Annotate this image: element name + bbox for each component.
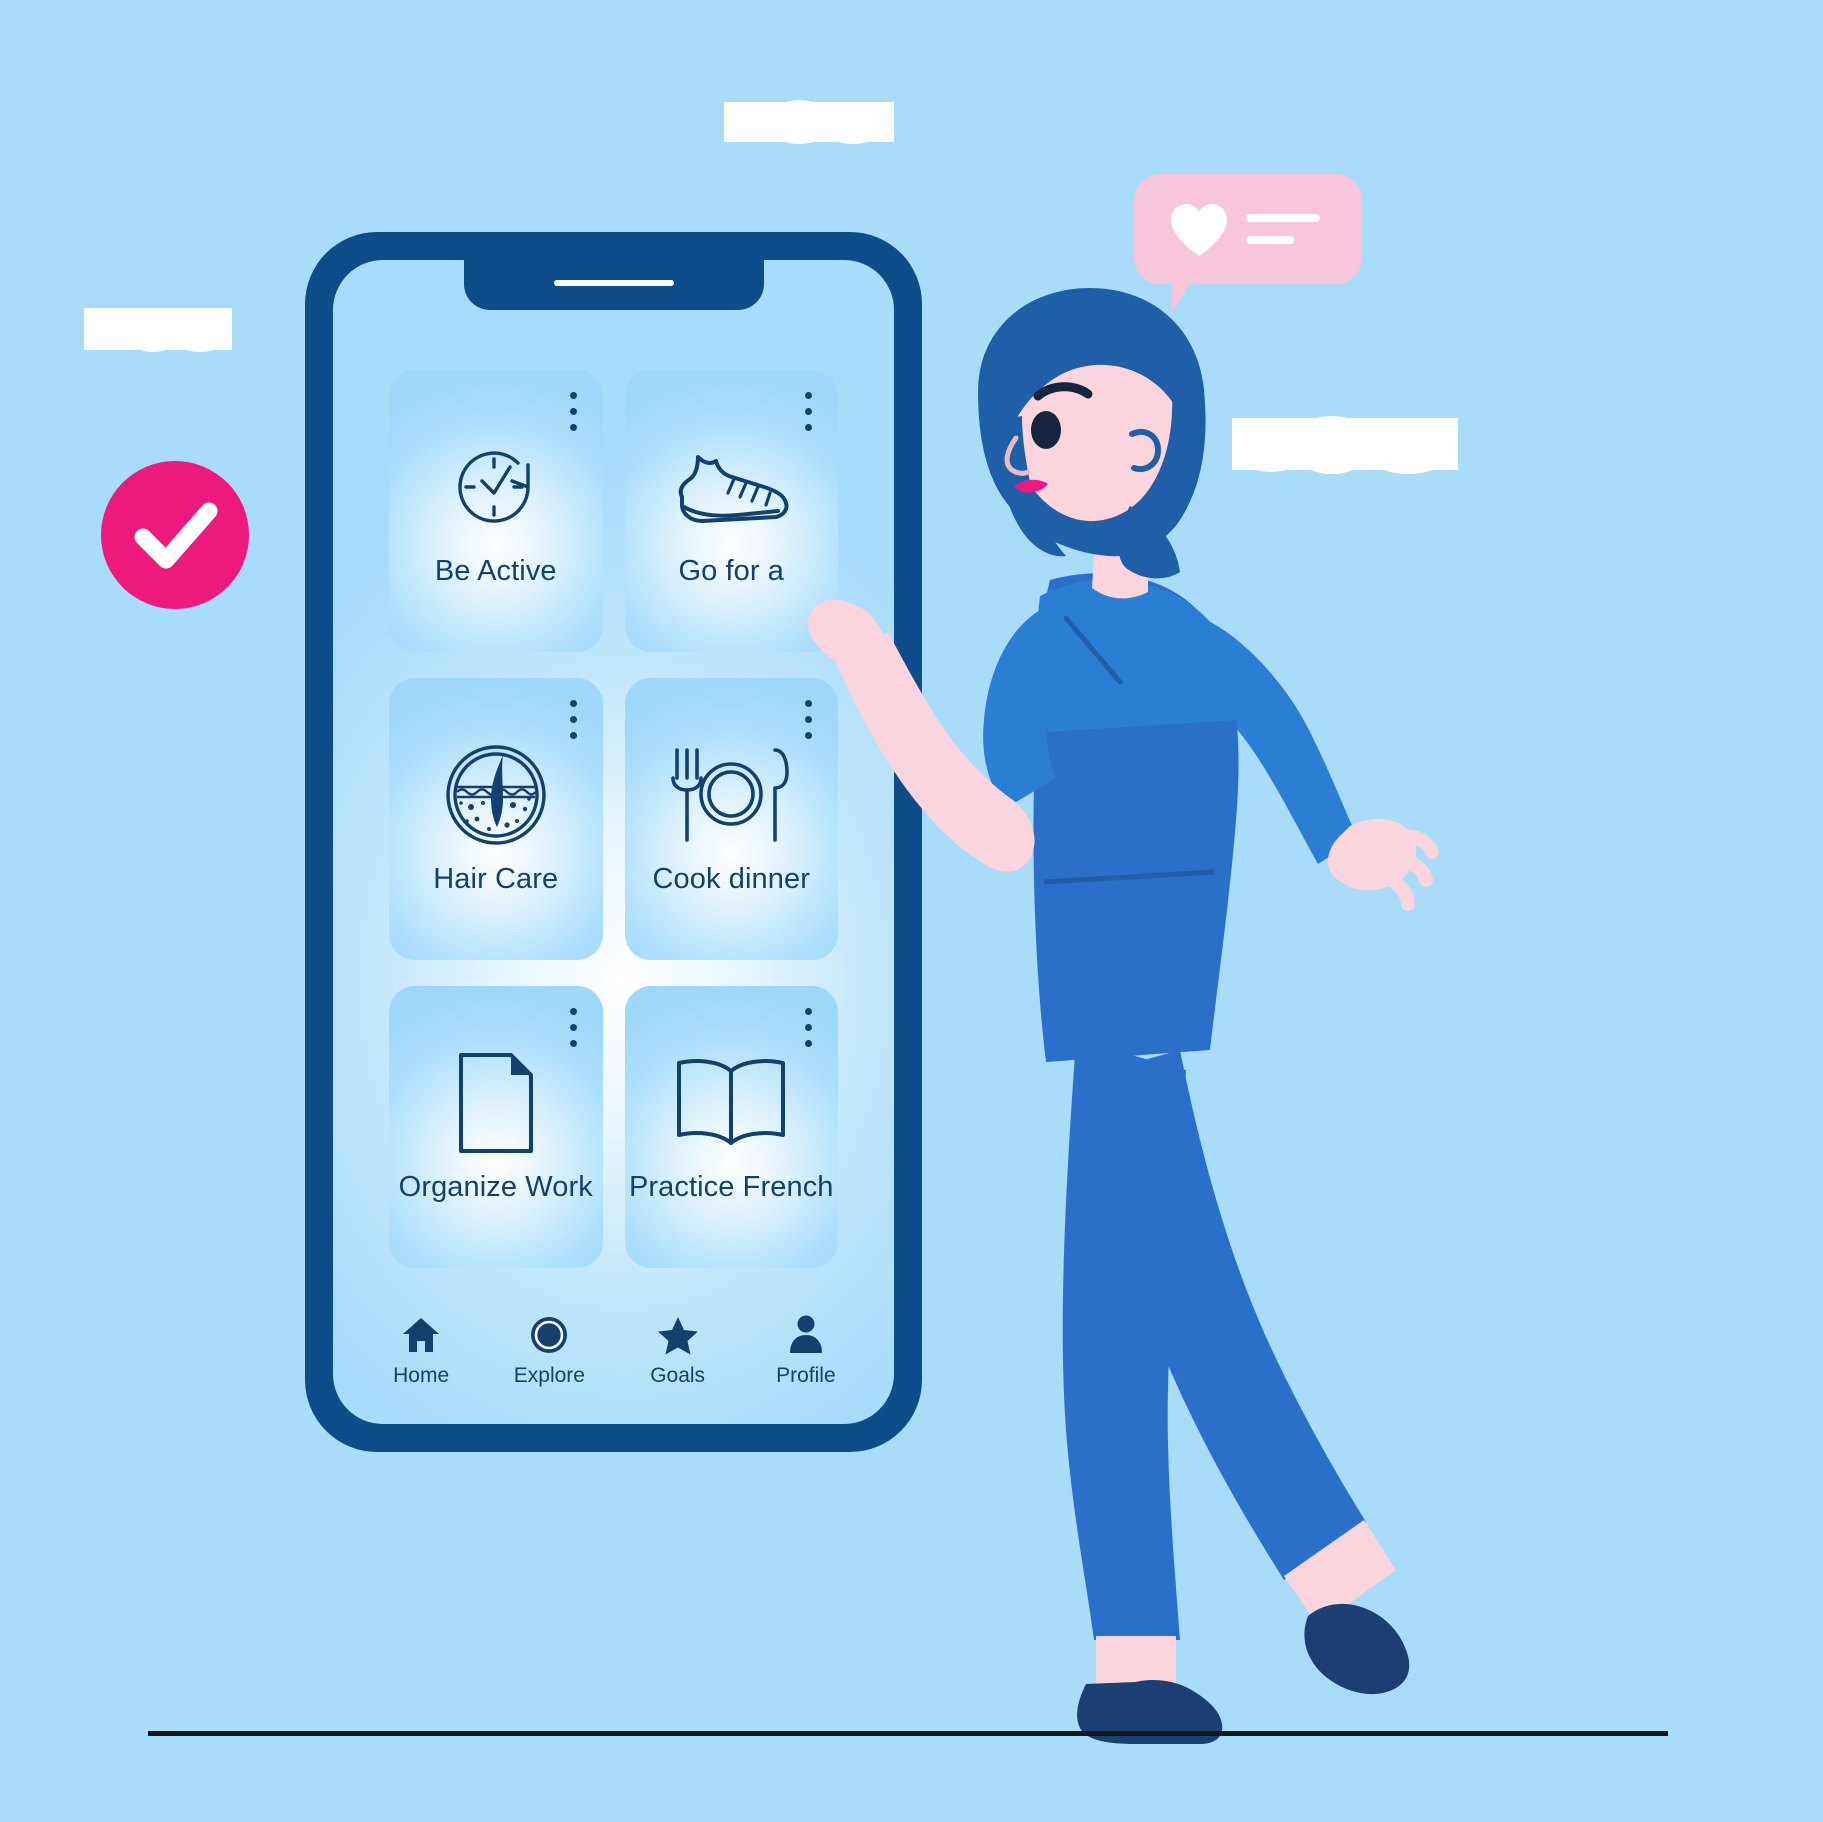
compass-ring-icon	[529, 1315, 569, 1355]
nav-label: Profile	[776, 1364, 836, 1387]
woman-tapping-phone	[807, 280, 1440, 1750]
nav-label: Goals	[650, 1364, 706, 1387]
habit-card-organize-work[interactable]: Organize Work	[389, 986, 603, 1268]
more-options-icon[interactable]	[569, 392, 577, 431]
cloud-top-center	[724, 100, 894, 144]
sneaker-icon	[625, 432, 839, 542]
habit-card-label: Go for a	[678, 555, 785, 587]
habit-card-go-for-a[interactable]: Go for a	[624, 370, 839, 652]
more-options-icon[interactable]	[569, 700, 577, 739]
star-icon	[657, 1315, 699, 1355]
more-options-icon[interactable]	[805, 700, 812, 739]
speech-bubble-line-1	[1246, 214, 1320, 222]
habit-card-label: Organize Work	[398, 1171, 593, 1203]
nav-item-home[interactable]: Home	[371, 1315, 471, 1388]
more-options-icon[interactable]	[805, 392, 812, 431]
nav-item-goals[interactable]: Goals	[628, 1315, 728, 1388]
document-icon	[389, 1048, 603, 1158]
habit-card-label: Be Active	[434, 555, 557, 587]
open-book-icon	[625, 1048, 839, 1158]
clock-refresh-icon	[389, 432, 603, 542]
completed-check-badge[interactable]	[101, 461, 249, 609]
eye	[1031, 411, 1061, 449]
nav-item-explore[interactable]: Explore	[499, 1315, 599, 1388]
habit-card-be-active[interactable]: Be Active	[389, 370, 603, 652]
notch-speaker	[553, 280, 674, 286]
habit-card-label: Cook dinner	[652, 863, 810, 895]
phone-screen: Be Active Go for a Hair Care Cook dinner…	[333, 260, 894, 1424]
check-icon	[134, 502, 218, 569]
nav-item-profile[interactable]: Profile	[756, 1315, 856, 1388]
illustration-scene: Be Active Go for a Hair Care Cook dinner…	[0, 0, 1823, 1822]
phone-notch	[463, 260, 764, 310]
habit-card-practice-french[interactable]: Practice French	[624, 986, 839, 1268]
nav-label: Home	[393, 1364, 450, 1387]
bottom-navigation-bar: Home Explore Goals Profile	[333, 1315, 894, 1388]
cutlery-plate-icon	[625, 740, 839, 850]
habit-card-label: Practice French	[628, 1171, 834, 1203]
habit-card-label: Hair Care	[433, 863, 559, 895]
habit-card-hair-care[interactable]: Hair Care	[389, 678, 603, 960]
heart-icon	[1171, 204, 1227, 256]
habit-card-grid: Be Active Go for a Hair Care Cook dinner…	[389, 370, 838, 1268]
nav-label: Explore	[513, 1364, 585, 1387]
hair-follicle-icon	[389, 740, 603, 850]
habit-card-cook-dinner[interactable]: Cook dinner	[624, 678, 839, 960]
more-options-icon[interactable]	[805, 1008, 812, 1047]
phone-device: Be Active Go for a Hair Care Cook dinner…	[305, 232, 922, 1452]
home-icon	[401, 1315, 441, 1355]
more-options-icon[interactable]	[569, 1008, 577, 1047]
tshirt	[1037, 579, 1239, 732]
cloud-left	[84, 308, 232, 352]
near-shoe	[1304, 1603, 1410, 1695]
ground-line	[148, 1731, 1668, 1736]
person-icon	[788, 1315, 824, 1355]
speech-bubble-line-2	[1246, 236, 1294, 244]
